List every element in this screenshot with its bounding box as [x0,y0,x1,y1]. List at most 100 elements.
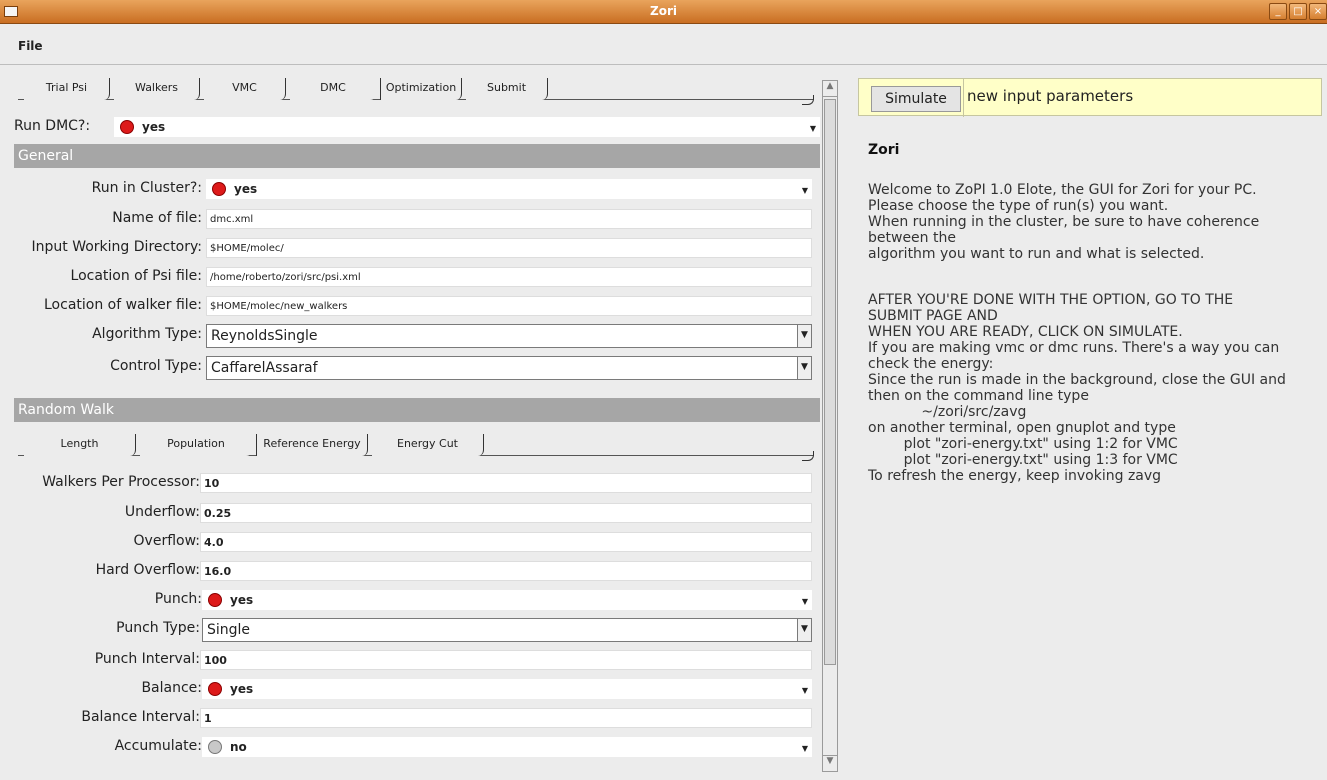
walkers-per-processor-row: Walkers Per Processor: 10 [14,472,820,494]
punch-select[interactable]: yes ▼ [202,590,812,610]
chevron-down-icon[interactable]: ▼ [797,325,811,347]
random-walk-tab-bar: Length Population Reference Energy Energ… [18,434,814,461]
accumulate-select[interactable]: no ▼ [202,737,812,757]
help-line: When running in the cluster, be sure to … [868,214,1260,230]
balance-select[interactable]: yes ▼ [202,679,812,699]
input-dir-label: Input Working Directory: [31,239,202,255]
balance-row: Balance: yes ▼ [14,678,820,700]
punch-type-select[interactable]: Single ▼ [202,618,812,642]
help-line: ~/zori/src/zavg [868,404,1027,420]
tab-length[interactable]: Length [24,434,136,456]
help-line: plot "zori-energy.txt" using 1:2 for VMC [868,436,1178,452]
punch-label: Punch: [154,591,202,607]
help-line: SUBMIT PAGE AND [868,308,998,324]
balance-interval-input[interactable]: 1 [200,708,812,728]
underflow-label: Underflow: [124,504,200,520]
scrollbar-thumb[interactable] [824,99,836,665]
left-panel: Trial Psi Walkers VMC DMC Optimization S… [14,78,820,772]
scroll-down-icon[interactable]: ▼ [823,755,837,771]
help-line: Welcome to ZoPI 1.0 Elote, the GUI for Z… [868,182,1257,198]
chevron-down-icon[interactable]: ▼ [797,357,811,379]
help-line: Please choose the type of run(s) you wan… [868,198,1169,214]
name-of-file-input[interactable]: dmc.xml [206,209,812,229]
walker-file-row: Location of walker file: $HOME/molec/new… [14,295,820,317]
run-in-cluster-label: Run in Cluster?: [91,180,202,196]
punch-interval-label: Punch Interval: [94,651,200,667]
section-general: General [14,144,820,168]
punch-type-label: Punch Type: [116,620,200,636]
help-line: AFTER YOU'RE DONE WITH THE OPTION, GO TO… [868,292,1234,308]
hard-overflow-input[interactable]: 16.0 [200,561,812,581]
run-dmc-row: Run DMC?: yes ▼ [14,116,820,138]
chevron-down-icon: ▼ [801,186,808,195]
walker-file-label: Location of walker file: [44,297,202,313]
chevron-down-icon: ▼ [809,124,816,133]
menu-file[interactable]: File [18,39,43,53]
punch-row: Punch: yes ▼ [14,589,820,611]
help-line: WHEN YOU ARE READY, CLICK ON SIMULATE. [868,324,1183,340]
maximize-icon[interactable]: □ [1289,3,1307,20]
tab-dmc[interactable]: DMC [290,78,376,100]
name-of-file-label: Name of file: [112,210,202,226]
tab-submit[interactable]: Submit [466,78,548,100]
help-line: then on the command line type [868,388,1089,404]
punch-interval-row: Punch Interval: 100 [14,649,820,671]
psi-file-input[interactable]: /home/roberto/zori/src/psi.xml [206,267,812,287]
tab-vmc[interactable]: VMC [204,78,286,100]
name-of-file-row: Name of file: dmc.xml [14,208,820,230]
help-line: If you are making vmc or dmc runs. There… [868,340,1280,356]
run-dmc-label: Run DMC?: [14,118,91,134]
run-dmc-select[interactable]: yes ▼ [114,117,820,137]
toggle-off-icon [208,740,222,754]
underflow-row: Underflow: 0.25 [14,502,820,524]
overflow-input[interactable]: 4.0 [200,532,812,552]
algorithm-type-select[interactable]: ReynoldsSingle ▼ [206,324,812,348]
balance-interval-label: Balance Interval: [81,709,200,725]
control-type-select[interactable]: CaffarelAssaraf ▼ [206,356,812,380]
punch-interval-input[interactable]: 100 [200,650,812,670]
algorithm-type-label: Algorithm Type: [92,326,202,342]
input-dir-input[interactable]: $HOME/molec/ [206,238,812,258]
help-line: Since the run is made in the background,… [868,372,1286,388]
walkers-per-processor-input[interactable]: 10 [200,473,812,493]
overflow-label: Overflow: [133,533,200,549]
psi-file-row: Location of Psi file: /home/roberto/zori… [14,266,820,288]
psi-file-label: Location of Psi file: [70,268,202,284]
window-title: Zori [650,4,677,18]
tab-population[interactable]: Population [140,434,252,456]
tab-walkers[interactable]: Walkers [114,78,200,100]
underflow-input[interactable]: 0.25 [200,503,812,523]
menubar: File [0,25,1327,65]
main-tab-bar: Trial Psi Walkers VMC DMC Optimization S… [18,78,814,105]
help-line: plot "zori-energy.txt" using 1:3 for VMC [868,452,1178,468]
help-line: algorithm you want to run and what is se… [868,246,1205,262]
accumulate-row: Accumulate: no ▼ [14,736,820,758]
tab-optimization[interactable]: Optimization [380,78,462,100]
status-text: new input parameters [967,87,1134,105]
toggle-on-icon [208,682,222,696]
hard-overflow-row: Hard Overflow: 16.0 [14,560,820,582]
simulate-bar: Simulate new input parameters [858,78,1322,117]
window-titlebar[interactable]: Zori _ □ × [0,0,1327,24]
chevron-down-icon[interactable]: ▼ [797,619,811,641]
help-heading: Zori [868,142,900,158]
walker-file-input[interactable]: $HOME/molec/new_walkers [206,296,812,316]
minimize-icon[interactable]: _ [1269,3,1287,20]
simulate-button[interactable]: Simulate [871,86,961,112]
help-line: To refresh the energy, keep invoking zav… [868,468,1162,484]
help-line: check the energy: [868,356,994,372]
help-line: between the [868,230,956,246]
right-panel: Simulate new input parameters Zori Welco… [858,78,1322,772]
run-in-cluster-select[interactable]: yes ▼ [206,179,812,199]
tab-energy-cut[interactable]: Energy Cut [372,434,484,456]
close-icon[interactable]: × [1309,3,1327,20]
tab-trial-psi[interactable]: Trial Psi [24,78,110,100]
toggle-on-icon [212,182,226,196]
help-line: on another terminal, open gnuplot and ty… [868,420,1176,436]
walkers-per-processor-label: Walkers Per Processor: [42,474,200,490]
tab-reference-energy[interactable]: Reference Energy [256,434,368,456]
scroll-up-icon[interactable]: ▲ [823,81,837,97]
chevron-down-icon: ▼ [801,597,808,606]
toggle-on-icon [208,593,222,607]
left-panel-scrollbar[interactable]: ▲ ▼ [822,80,838,772]
